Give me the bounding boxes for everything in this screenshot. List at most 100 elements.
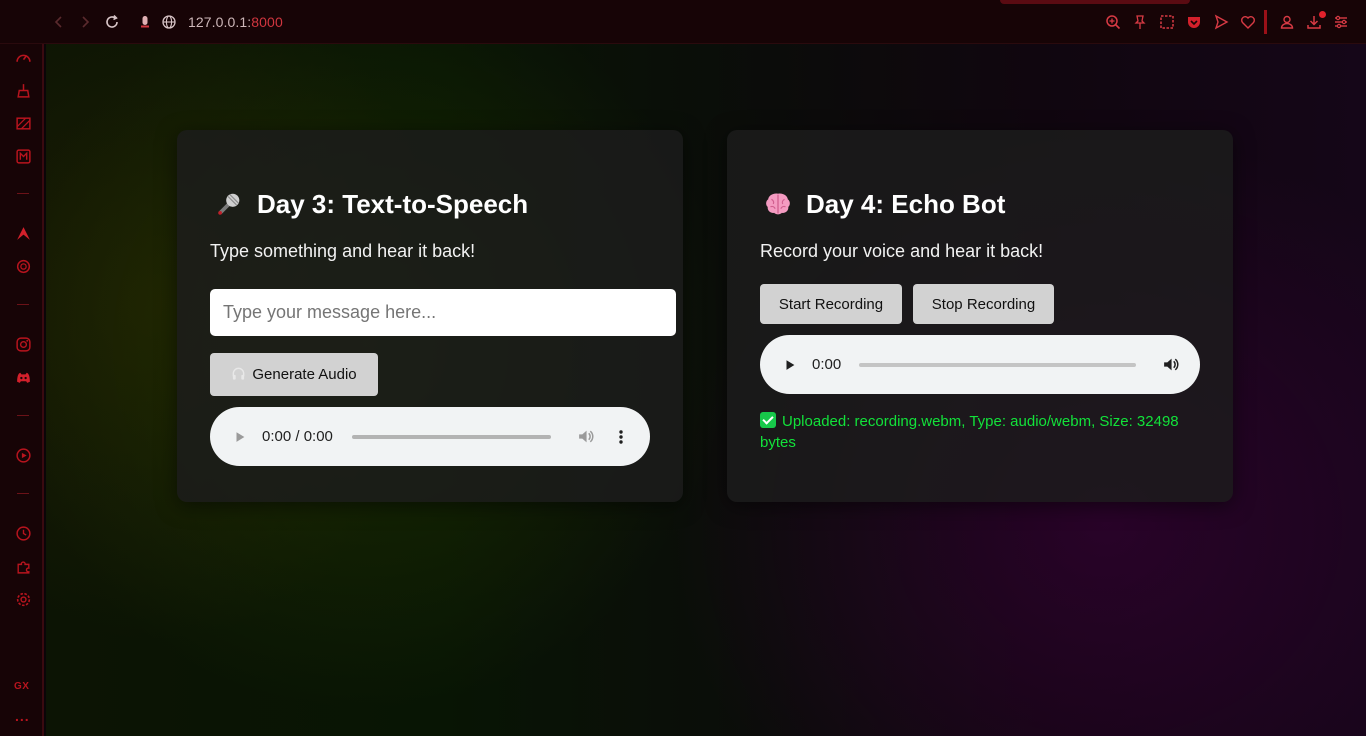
speed-dial-icon <box>15 54 31 62</box>
rgb-icon <box>15 116 31 130</box>
play-icon <box>236 431 245 442</box>
account-button[interactable] <box>1278 13 1296 31</box>
sidebar-separator <box>17 493 29 494</box>
echo-player-time: 0:00 <box>812 356 842 373</box>
gx-corner-label[interactable]: GX <box>14 681 29 692</box>
mod-icon <box>15 148 31 164</box>
sidebar-item-rgb[interactable] <box>13 113 33 133</box>
volume-icon <box>1163 358 1179 371</box>
more-options-button[interactable] <box>612 428 630 446</box>
echo-title-text: Day 4: Echo Bot <box>806 188 1006 219</box>
address-bar[interactable]: 127.0.0.1:8000 <box>188 14 283 30</box>
pocket-icon <box>1188 17 1200 28</box>
history-icon <box>15 525 31 541</box>
zoom-icon <box>1106 15 1121 30</box>
volume-button[interactable] <box>576 428 594 446</box>
brain-icon <box>762 188 794 220</box>
browser-toolbar: 127.0.0.1:8000 <box>0 0 1366 44</box>
forward-button[interactable] <box>75 12 95 32</box>
headphones-icon <box>231 366 246 384</box>
sidebar-item-mods[interactable] <box>13 146 33 166</box>
settings-icon <box>16 592 30 606</box>
chevron-left-icon <box>54 16 62 28</box>
echo-audio-player: 0:00 <box>760 335 1200 394</box>
tts-audio-player: 0:00 / 0:00 <box>210 407 650 466</box>
sidebar-item-chatgpt[interactable] <box>13 256 33 276</box>
zoom-button[interactable] <box>1104 13 1122 31</box>
browser-sidebar: GX ... <box>0 44 44 736</box>
microphone-icon <box>213 188 245 220</box>
page-content: Day 3: Text-to-Speech Type something and… <box>46 44 1366 736</box>
tts-message-input[interactable] <box>210 289 676 336</box>
tts-title: Day 3: Text-to-Speech <box>213 188 528 220</box>
upload-status-text: Uploaded: recording.webm, Type: audio/we… <box>760 413 1179 451</box>
discord-icon <box>16 372 30 383</box>
sidebar-item-discord[interactable] <box>13 367 33 387</box>
chatgpt-icon <box>16 259 30 273</box>
upload-status: Uploaded: recording.webm, Type: audio/we… <box>760 411 1200 453</box>
sidebar-item-extensions[interactable] <box>13 556 33 576</box>
echo-title: Day 4: Echo Bot <box>762 188 1005 220</box>
tts-seek-bar[interactable] <box>352 434 551 439</box>
active-tab-indicator <box>1000 0 1190 4</box>
reload-icon <box>106 14 118 28</box>
sidebar-item-instagram[interactable] <box>13 334 33 354</box>
chevron-right-icon <box>82 16 90 28</box>
volume-button[interactable] <box>1161 356 1179 374</box>
sidebar-separator <box>17 304 29 305</box>
kebab-menu-icon <box>619 429 623 444</box>
volume-icon <box>578 430 594 443</box>
echo-seek-bar[interactable] <box>859 362 1136 367</box>
microphone-icon <box>141 16 149 28</box>
notification-dot <box>1319 11 1326 18</box>
easy-setup-icon <box>1335 15 1347 29</box>
tts-player-time: 0:00 / 0:00 <box>262 428 333 445</box>
account-icon <box>1280 15 1294 29</box>
player-icon <box>15 447 31 463</box>
globe-icon <box>162 15 176 29</box>
snapshot-icon <box>1160 15 1174 29</box>
heart-icon <box>1241 16 1255 29</box>
snapshot-button[interactable] <box>1158 13 1176 31</box>
url-host: 127.0.0.1: <box>188 14 252 30</box>
sidebar-item-player[interactable] <box>13 445 33 465</box>
pin-button[interactable] <box>1131 13 1149 31</box>
echo-card: Day 4: Echo Bot Record your voice and he… <box>727 130 1233 502</box>
instagram-icon <box>15 336 31 352</box>
stop-recording-button[interactable]: Stop Recording <box>913 284 1054 324</box>
favorites-button[interactable] <box>1239 13 1257 31</box>
echo-subtitle: Record your voice and hear it back! <box>760 241 1044 261</box>
pocket-button[interactable] <box>1185 13 1203 31</box>
tts-card: Day 3: Text-to-Speech Type something and… <box>177 130 683 502</box>
pin-icon <box>1134 15 1146 29</box>
recording-indicator[interactable] <box>135 12 155 32</box>
sidebar-more-button[interactable]: ... <box>15 708 30 724</box>
cleaner-icon <box>16 83 30 98</box>
sidebar-item-speed-dial[interactable] <box>13 47 33 67</box>
generate-audio-label: Generate Audio <box>252 366 357 383</box>
start-recording-button[interactable]: Start Recording <box>760 284 902 324</box>
sidebar-separator <box>17 415 29 416</box>
play-button[interactable] <box>781 356 799 374</box>
sidebar-item-cleaner[interactable] <box>13 80 33 100</box>
aria-icon <box>16 226 30 240</box>
tts-subtitle: Type something and hear it back! <box>210 241 476 261</box>
send-button[interactable] <box>1212 13 1230 31</box>
send-icon <box>1214 14 1229 30</box>
back-button[interactable] <box>49 12 69 32</box>
extensions-icon <box>16 560 30 574</box>
url-port: 8000 <box>251 14 283 30</box>
play-icon <box>786 359 795 370</box>
sidebar-item-aria[interactable] <box>13 223 33 243</box>
reload-button[interactable] <box>102 12 122 32</box>
sidebar-item-history[interactable] <box>13 523 33 543</box>
tts-title-text: Day 3: Text-to-Speech <box>257 188 529 219</box>
site-info-button[interactable] <box>159 12 179 32</box>
sidebar-item-settings[interactable] <box>13 589 33 609</box>
sidebar-separator <box>17 193 29 194</box>
toolbar-separator <box>1264 10 1267 34</box>
generate-audio-button[interactable]: Generate Audio <box>210 353 378 396</box>
check-icon <box>760 412 776 428</box>
play-button[interactable] <box>231 428 249 446</box>
easy-setup-button[interactable] <box>1332 13 1350 31</box>
